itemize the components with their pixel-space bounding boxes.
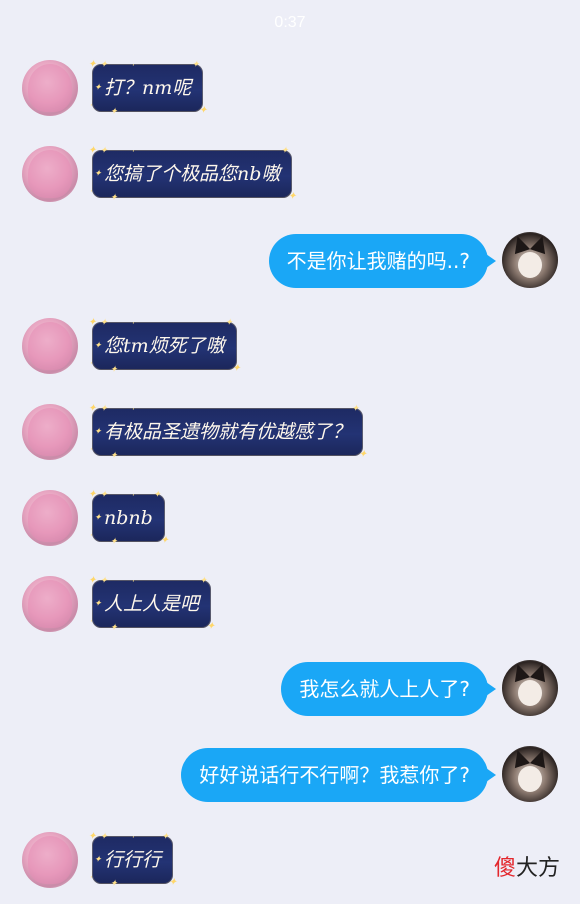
contact-avatar[interactable]	[22, 404, 78, 460]
message-text: nbnb	[104, 507, 153, 529]
watermark-rest: 大方	[515, 856, 560, 881]
sparkle-icon: ✦	[100, 490, 108, 500]
incoming-message-bubble[interactable]: 有极品圣遗物就有优越感了？ ✦·✦·✦✦	[88, 404, 367, 461]
incoming-message-bubble[interactable]: 行行行 ✦·✦·✦✦	[88, 832, 177, 889]
sparkle-icon: ·	[90, 445, 93, 455]
incoming-message-bubble[interactable]: 您搞了个极品您nb嗷 ✦·✦·✦✦	[88, 146, 297, 203]
incoming-message-bubble[interactable]: 您tm烦死了嗷 ✦·✦·✦✦	[88, 318, 240, 375]
watermark-highlight: 傻	[493, 856, 516, 881]
incoming-message-bubble[interactable]: nbnb ✦·✦·✦✦	[88, 490, 169, 547]
sparkle-icon: ✦	[100, 832, 108, 842]
sparkle-icon: ✦	[94, 169, 102, 179]
message-text: 您搞了个极品您nb嗷	[104, 163, 281, 185]
message-text: 好好说话行不行啊？我惹你了?	[199, 763, 470, 787]
sparkle-icon: ✦	[161, 832, 170, 842]
sparkle-icon: ✦	[351, 404, 360, 414]
contact-avatar[interactable]	[22, 490, 78, 546]
sparkle-icon: ✦	[100, 318, 108, 328]
user-avatar[interactable]	[502, 746, 558, 802]
message-text: 人上人是吧	[104, 593, 200, 615]
sparkle-icon: ✦	[94, 855, 102, 865]
sparkle-icon: ·	[90, 617, 93, 627]
sparkle-icon: ·	[132, 147, 135, 157]
sparkle-icon: ✦	[100, 60, 108, 70]
contact-avatar[interactable]	[22, 318, 78, 374]
message-text: 您tm烦死了嗷	[104, 335, 225, 357]
sparkle-icon: ·	[132, 833, 135, 843]
message-text: 有极品圣遗物就有优越感了？	[104, 421, 352, 443]
contact-avatar[interactable]	[22, 146, 78, 202]
contact-avatar[interactable]	[22, 576, 78, 632]
sparkle-icon: ·	[132, 491, 135, 501]
sparkle-icon: ✦	[94, 513, 102, 523]
sparkle-icon: ✦	[110, 623, 118, 633]
sparkle-icon: ✦	[110, 451, 118, 461]
sparkle-icon: ✦	[199, 576, 208, 586]
message-text: 不是你让我赌的吗..?	[286, 249, 470, 273]
sparkle-icon: ·	[90, 359, 93, 369]
message-text: 打？nm呢	[104, 77, 192, 99]
contact-avatar[interactable]	[22, 832, 78, 888]
status-time: 0:37	[274, 14, 306, 31]
user-avatar[interactable]	[502, 660, 558, 716]
outgoing-message-bubble[interactable]: 我怎么就人上人了?	[281, 662, 496, 716]
sparkle-icon: ✦	[94, 599, 102, 609]
sparkle-icon: ✦	[94, 427, 102, 437]
sparkle-icon: ·	[90, 873, 93, 883]
message-text: 行行行	[104, 849, 162, 871]
sparkle-icon: ·	[132, 61, 135, 71]
message-text: 我怎么就人上人了?	[299, 677, 470, 701]
sparkle-icon: ✦	[110, 107, 118, 117]
sparkle-icon: ✦	[280, 146, 289, 156]
sparkle-icon: ✦	[153, 490, 161, 500]
sparkle-icon: ·	[90, 531, 93, 541]
sparkle-icon: ✦	[100, 404, 108, 414]
incoming-message-bubble[interactable]: 打？nm呢 ✦·✦·✦✦	[88, 60, 208, 117]
sparkle-icon: ✦	[110, 879, 118, 889]
sparkle-icon: ✦	[100, 576, 108, 586]
sparkle-icon: ✦	[94, 341, 102, 351]
sparkle-icon: ✦	[100, 146, 108, 156]
contact-avatar[interactable]	[22, 60, 78, 116]
sparkle-icon: ·	[132, 577, 135, 587]
sparkle-icon: ✦	[110, 193, 118, 203]
sparkle-icon: ✦	[110, 537, 118, 547]
outgoing-message-bubble[interactable]: 不是你让我赌的吗..?	[268, 234, 496, 288]
sparkle-icon: ✦	[191, 60, 200, 70]
sparkle-icon: ·	[132, 319, 135, 329]
sparkle-icon: ·	[132, 405, 135, 415]
user-avatar[interactable]	[502, 232, 558, 288]
watermark-logo: 傻大方	[494, 850, 560, 882]
sparkle-icon: ·	[90, 187, 93, 197]
sparkle-icon: ✦	[110, 365, 118, 375]
sparkle-icon: ✦	[94, 83, 102, 93]
incoming-message-bubble[interactable]: 人上人是吧 ✦·✦·✦✦	[88, 576, 215, 633]
sparkle-icon: ✦	[225, 318, 233, 328]
outgoing-message-bubble[interactable]: 好好说话行不行啊？我惹你了?	[181, 748, 496, 802]
sparkle-icon: ·	[90, 101, 93, 111]
